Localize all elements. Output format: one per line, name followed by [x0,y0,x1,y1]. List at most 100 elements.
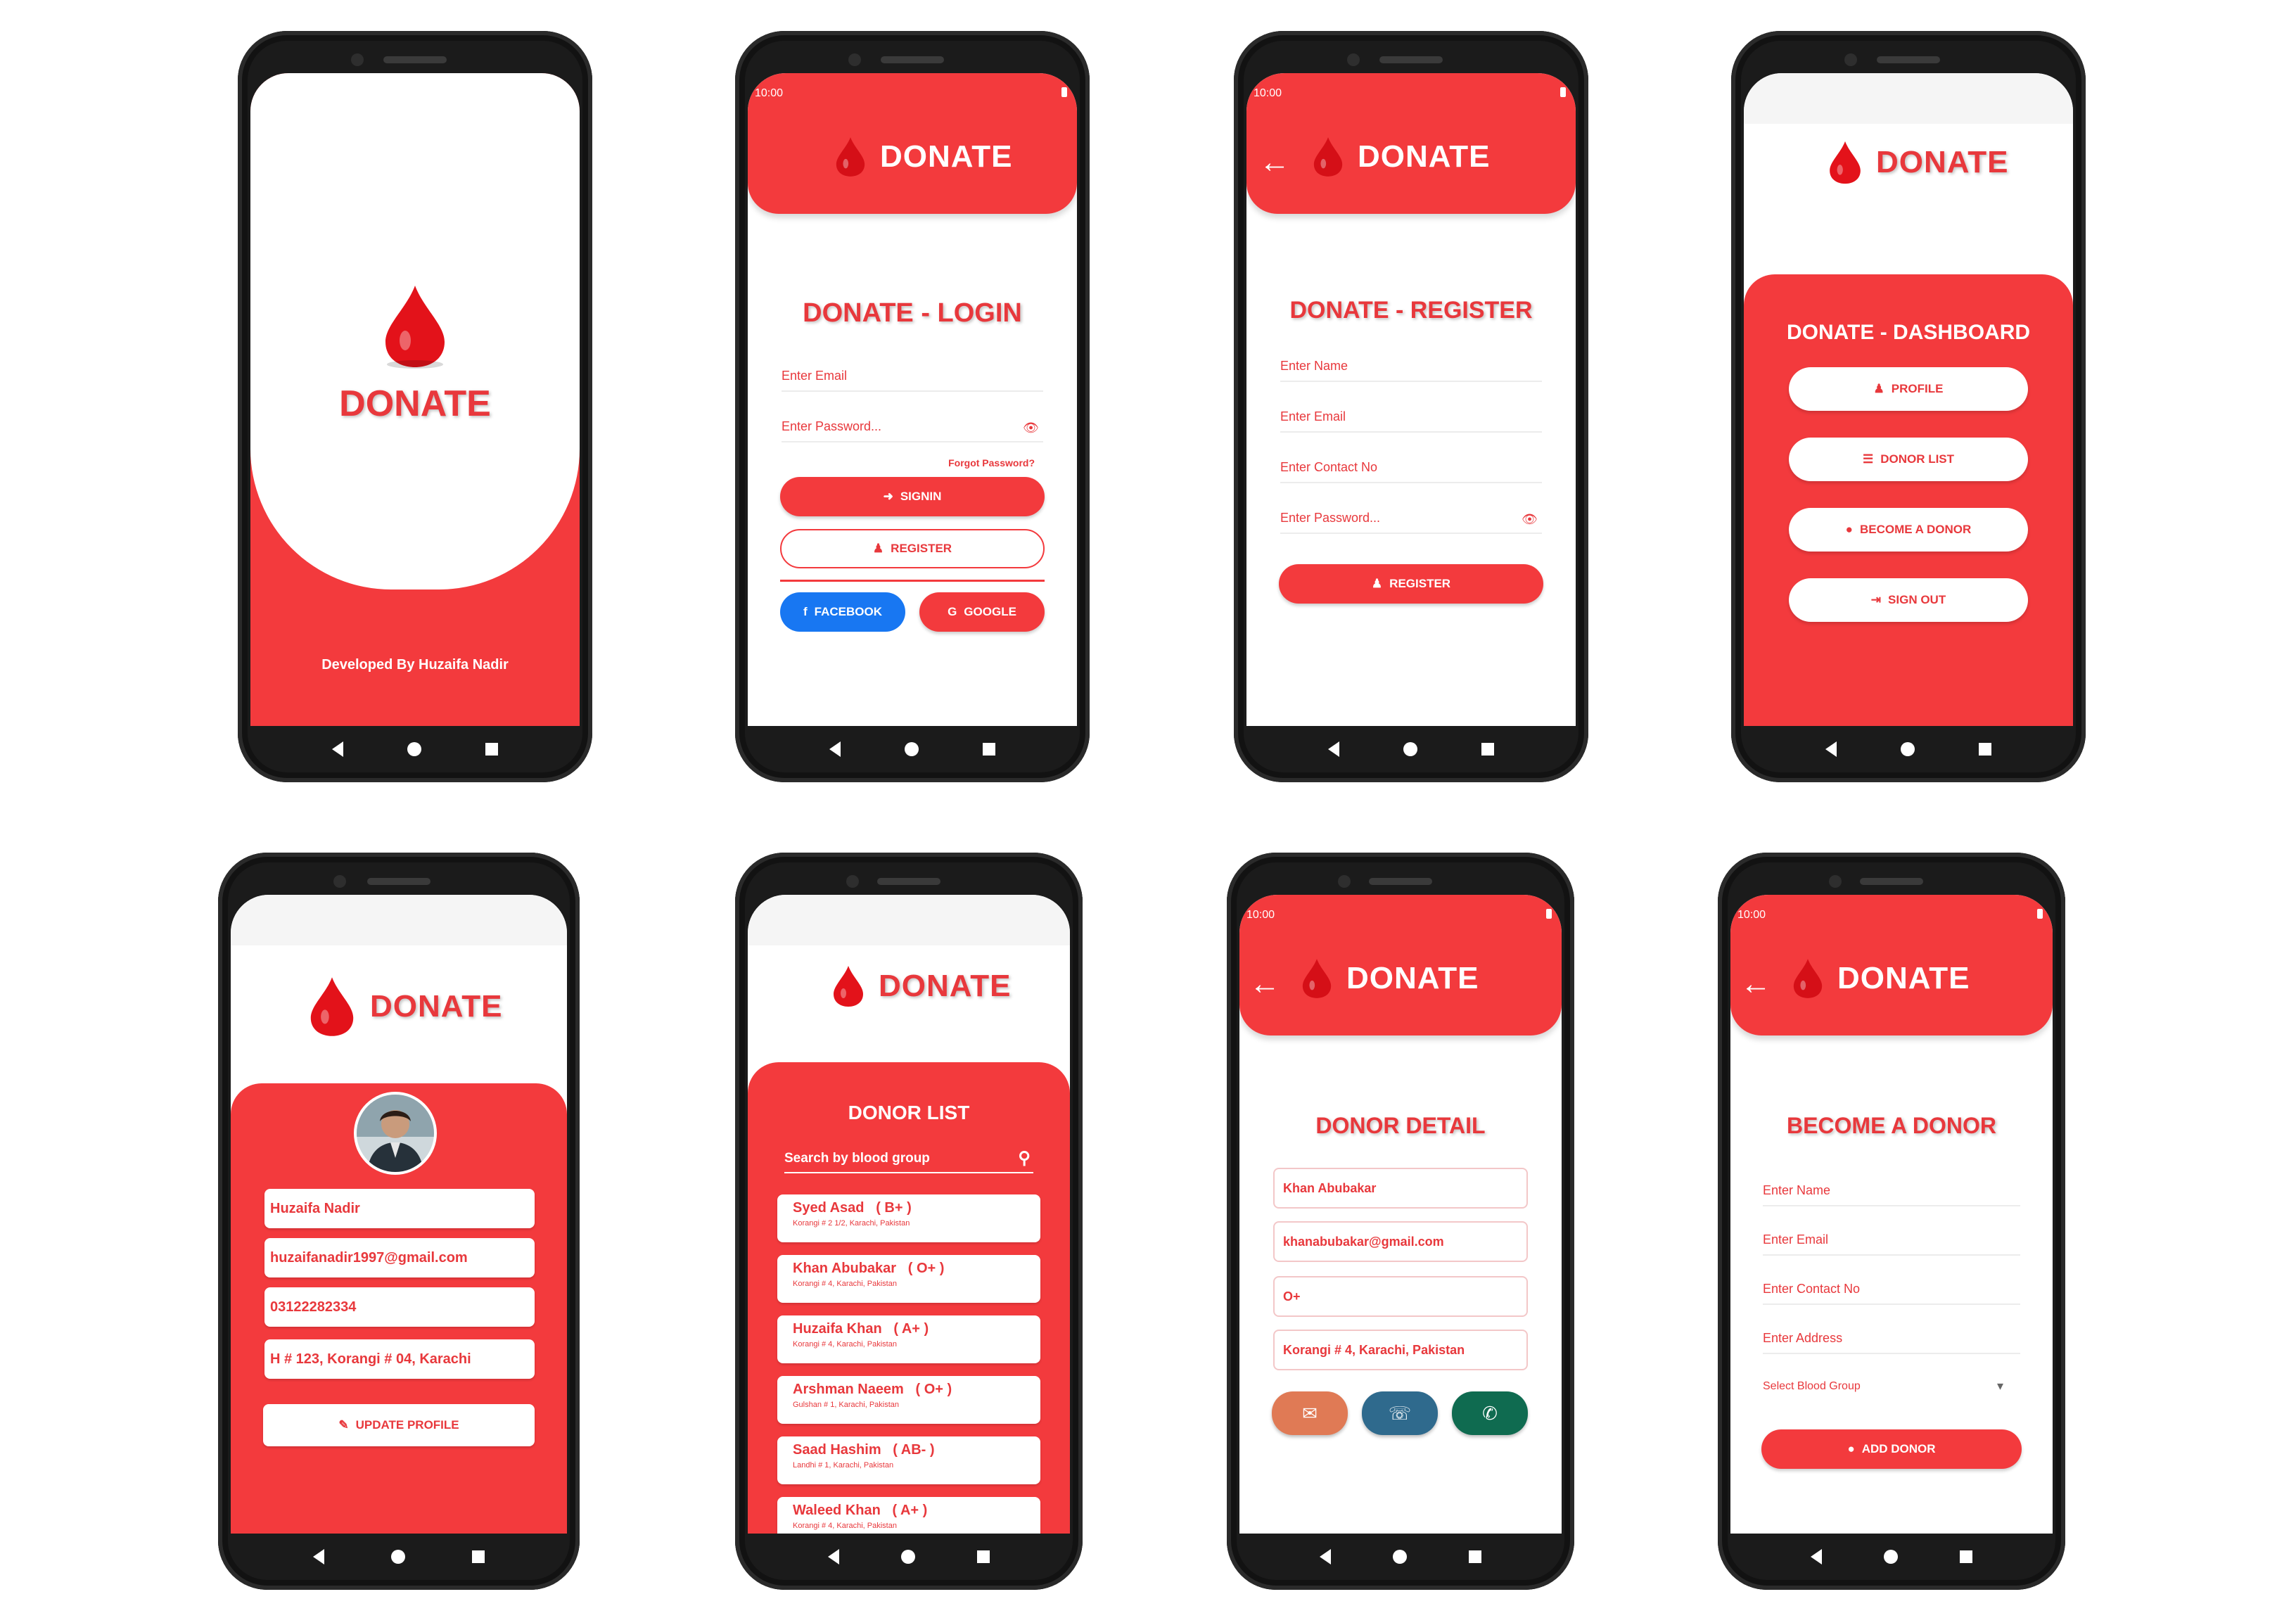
app-header: 10:00 ← DONATE [1730,895,2053,1035]
profile-phone-field[interactable]: 03122282334 [264,1287,535,1327]
donor-group: ( A+ ) [892,1503,928,1518]
signin-button[interactable]: ➜ SIGNIN [780,477,1045,516]
donor-card[interactable]: Arshman Naeem ( O+ ) Gulshan # 1, Karachi… [777,1376,1040,1424]
search-input[interactable]: Search by blood group ⚲ [784,1148,1033,1173]
nav-home-icon[interactable] [901,1550,915,1564]
contact-input[interactable]: Enter Contact No [1280,460,1542,483]
nav-back-icon[interactable] [1825,741,1837,757]
brand-title: DONATE [1346,961,1479,995]
google-button[interactable]: G GOOGLE [919,592,1045,632]
donor-card[interactable]: Khan Abubakar ( O+ ) Korangi # 4, Karachi… [777,1255,1040,1303]
blood-drop-icon [1827,138,1863,187]
contact-input[interactable]: Enter Contact No [1763,1282,2020,1305]
eye-icon[interactable]: 👁 [1023,421,1039,435]
edit-icon: ✎ [338,1418,349,1432]
address-input[interactable]: Enter Address [1763,1331,2020,1354]
detail-address-field[interactable]: Korangi # 4, Karachi, Pakistan [1273,1330,1528,1370]
profile-address-field[interactable]: H # 123, Korangi # 04, Karachi [264,1339,535,1379]
detail-email-field[interactable]: khanabubakar@gmail.com [1273,1221,1528,1262]
become-donor-button[interactable]: ● BECOME A DONOR [1789,508,2028,552]
profile-name-field[interactable]: Huzaifa Nadir [264,1189,535,1228]
chevron-down-icon[interactable]: ▾ [1997,1379,2003,1394]
nav-home-icon[interactable] [1884,1550,1898,1564]
nav-home-icon[interactable] [407,742,421,756]
password-input[interactable]: Enter Password... 👁 [1280,511,1542,534]
nav-back-icon[interactable] [313,1549,325,1564]
back-arrow-icon[interactable]: ← [1249,967,1280,1002]
nav-home-icon[interactable] [904,742,919,756]
detail-group-field[interactable]: O+ [1273,1276,1528,1317]
donor-list-button[interactable]: ☰ DONOR LIST [1789,438,2028,481]
nav-home-icon[interactable] [390,1550,405,1564]
nav-back-icon[interactable] [331,741,343,757]
nav-back-icon[interactable] [1320,1549,1331,1564]
donor-list-screen: DONATE DONOR LIST Search by blood group ⚲… [748,895,1070,1534]
nav-home-icon[interactable] [1403,742,1417,756]
register-button[interactable]: ♟ REGISTER [780,529,1045,568]
nav-back-icon[interactable] [828,1549,839,1564]
back-arrow-icon[interactable]: ← [1259,145,1290,180]
android-nav-bar [748,1534,1070,1580]
nav-recents-icon[interactable] [1960,1550,1972,1563]
whatsapp-icon: ✆ [1482,1402,1498,1424]
email-input[interactable]: Enter Email [782,369,1043,392]
name-input[interactable]: Enter Name [1280,359,1542,382]
donor-address: Landhi # 1, Karachi, Pakistan [793,1461,894,1470]
donor-card[interactable]: Syed Asad ( B+ ) Korangi # 2 1/2, Karachi… [777,1194,1040,1242]
blood-group-select[interactable]: Select Blood Group ▾ [1763,1379,2003,1394]
nav-back-icon[interactable] [829,741,841,757]
nav-recents-icon[interactable] [1979,743,1992,756]
avatar[interactable] [354,1092,437,1175]
nav-recents-icon[interactable] [1481,743,1495,756]
call-button[interactable]: ☏ [1362,1391,1438,1435]
donor-card[interactable]: Waleed Khan ( A+ ) Korangi # 4, Karachi, … [777,1497,1040,1534]
donor-card[interactable]: Huzaifa Khan ( A+ ) Korangi # 4, Karachi,… [777,1315,1040,1363]
blood-drop-icon [1791,955,1825,1002]
nav-recents-icon[interactable] [977,1550,990,1563]
nav-recents-icon[interactable] [983,743,996,756]
name-input[interactable]: Enter Name [1763,1183,2020,1206]
email-input[interactable]: Enter Email [1763,1232,2020,1256]
android-nav-bar [231,1534,567,1580]
password-placeholder: Enter Password... [782,419,882,433]
battery-icon [1061,87,1067,97]
nav-recents-icon[interactable] [485,743,499,756]
forgot-password-link[interactable]: Forgot Password? [948,457,1035,469]
update-profile-button[interactable]: ✎ UPDATE PROFILE [263,1404,535,1446]
sign-out-button[interactable]: ⇥ SIGN OUT [1789,578,2028,622]
donor-card[interactable]: Saad Hashim ( AB- ) Landhi # 1, Karachi, … [777,1436,1040,1484]
nav-back-icon[interactable] [1811,1549,1822,1564]
search-icon[interactable]: ⚲ [1018,1148,1031,1168]
top-gray-band [1744,73,2073,124]
nav-recents-icon[interactable] [471,1550,485,1563]
donor-name: Syed Asad ( B+ ) [793,1200,1025,1216]
header-brand: DONATE [831,962,1012,1010]
nav-recents-icon[interactable] [1469,1550,1481,1563]
donor-group: ( A+ ) [893,1321,929,1337]
password-input[interactable]: Enter Password... 👁 [782,419,1043,442]
profile-button[interactable]: ♟ PROFILE [1789,367,2028,411]
become-donor-screen: 10:00 ← DONATE BECOME A DONOR Enter Name… [1730,895,2053,1534]
donor-name-text: Huzaifa Khan [793,1321,882,1337]
email-button[interactable]: ✉ [1272,1391,1348,1435]
status-time: 10:00 [1254,87,1282,99]
battery-icon [1560,87,1566,97]
register-button[interactable]: ♟ REGISTER [1279,564,1543,604]
donor-name: Arshman Naeem ( O+ ) [793,1382,1025,1398]
facebook-button[interactable]: f FACEBOOK [780,592,905,632]
email-input[interactable]: Enter Email [1280,409,1542,433]
nav-home-icon[interactable] [1393,1550,1407,1564]
header-brand: DONATE [307,974,503,1040]
nav-back-icon[interactable] [1327,741,1339,757]
detail-name-field[interactable]: Khan Abubakar [1273,1168,1528,1209]
divider [780,580,1045,582]
nav-home-icon[interactable] [1900,742,1915,756]
eye-icon[interactable]: 👁 [1522,512,1538,527]
profile-email-field[interactable]: huzaifanadir1997@gmail.com [264,1238,535,1277]
android-nav-bar [1744,726,2073,772]
back-arrow-icon[interactable]: ← [1740,967,1771,1002]
donor-name-text: Waleed Khan [793,1503,881,1518]
whatsapp-button[interactable]: ✆ [1452,1391,1528,1435]
add-donor-button[interactable]: ● ADD DONOR [1761,1429,2022,1469]
phone-dashboard: DONATE DONATE - DASHBOARD ♟ PROFILE ☰ DONO… [1731,31,2086,782]
